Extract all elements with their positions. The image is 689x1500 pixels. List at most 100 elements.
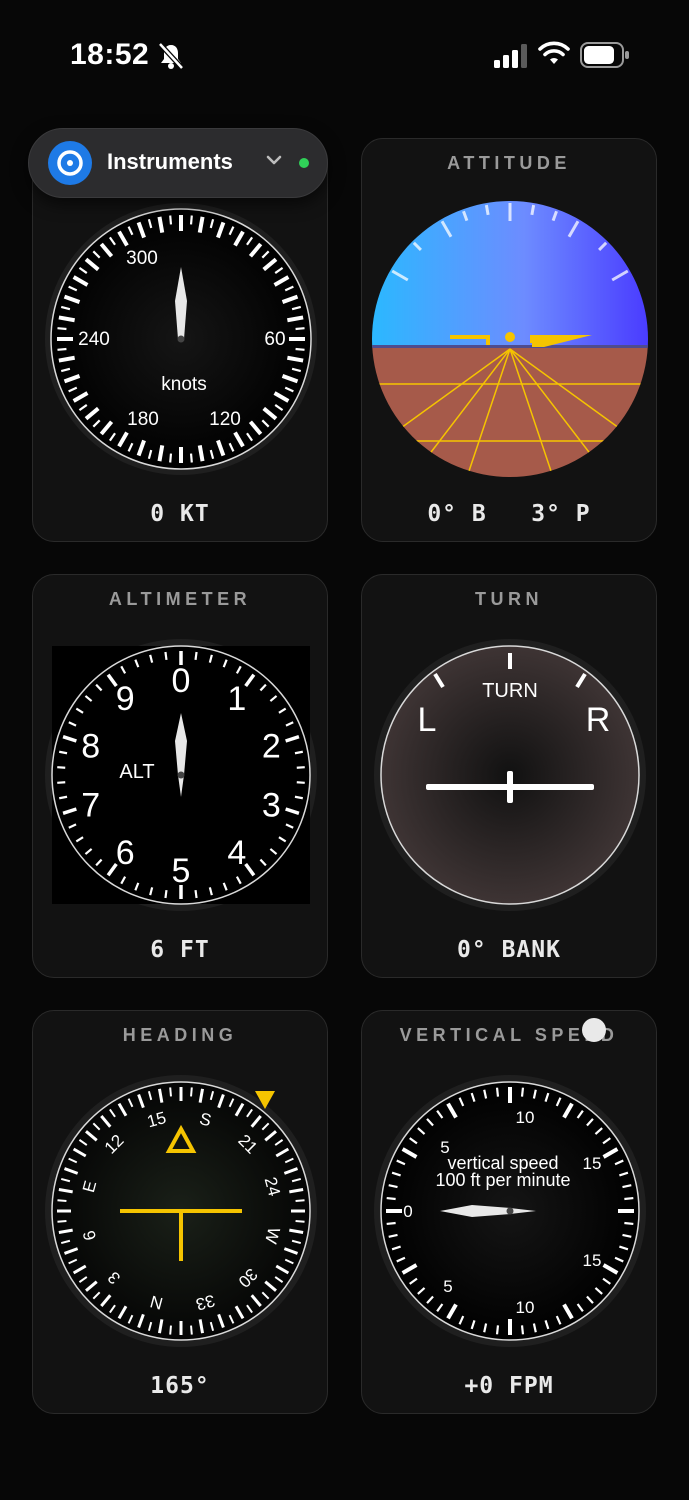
vs-label-5-down: 5 [443, 1277, 452, 1296]
dial-tick [295, 1220, 305, 1223]
airspeed-label-180: 180 [127, 409, 159, 430]
airspeed-label-240: 240 [78, 329, 110, 350]
altimeter-digit: 5 [172, 852, 191, 890]
bank-tick [484, 204, 490, 216]
turn-title: TURN [475, 589, 543, 609]
altimeter-card[interactable]: ALTIMETER 012 34567 89 ALT 6 FT [32, 574, 328, 978]
altimeter-digit: 8 [81, 728, 100, 766]
dial-tick [157, 445, 165, 462]
dial-tick [295, 327, 305, 331]
altimeter-digit: 6 [116, 834, 135, 872]
app-name: Instruments [107, 149, 233, 174]
dial-tick [189, 453, 193, 463]
attitude-card[interactable]: ATTITUDE 0° B 3° P [361, 138, 657, 542]
vs-label-10-up: 10 [516, 1108, 535, 1127]
vs-label-15-up: 15 [583, 1154, 602, 1173]
turn-label: TURN [482, 680, 538, 702]
dial-tick [57, 1220, 67, 1223]
dial-tick [164, 651, 168, 661]
dial-tick [296, 766, 305, 769]
attitude-center-dot [505, 332, 515, 342]
altimeter-title: ALTIMETER [108, 589, 252, 609]
altimeter-readout: 6 FT [150, 937, 210, 963]
app-switcher-pill[interactable]: Instruments [28, 128, 328, 198]
turn-left-label: L [418, 701, 437, 739]
dial-tick [520, 1325, 525, 1335]
altimeter-digit: 4 [227, 834, 246, 872]
dial-tick [57, 781, 66, 784]
dial-tick [57, 1199, 67, 1202]
airspeed-card[interactable]: 300 60 120 180 240 knots 0 KT [32, 138, 328, 542]
status-indicator-dot [299, 158, 309, 168]
dial-tick [190, 1325, 193, 1335]
dial-tick [624, 1196, 634, 1201]
altimeter-digit: 2 [262, 728, 281, 766]
dial-tick [197, 445, 205, 462]
vs-label-15-down: 15 [583, 1251, 602, 1270]
dial-tick [57, 766, 66, 769]
airspeed-label-120: 120 [209, 409, 241, 430]
dial-tick [194, 889, 198, 899]
wifi-icon [538, 41, 570, 64]
altimeter-digit: 9 [116, 680, 135, 718]
airspeed-label-300: 300 [126, 248, 158, 269]
dial-tick [294, 795, 304, 800]
dial-tick [194, 651, 198, 661]
dial-tick [295, 347, 305, 351]
heading-indicator: N36E1215 S2124W3033 [45, 1075, 317, 1347]
dial-tick [164, 889, 168, 899]
heading-card[interactable]: HEADING N 3 6 E 12 15 S 21 24 W 30 33 165° [32, 1010, 328, 1414]
dial-tick [386, 1196, 396, 1201]
dial-tick [287, 315, 304, 323]
dial-tick [386, 1221, 396, 1226]
dial-tick [296, 781, 305, 784]
vertical-speed-indicator: 0 5 10 15 15 10 5 vertical speed 100 ft … [374, 1075, 646, 1347]
turn-right-label: R [586, 701, 611, 739]
turn-readout: 0° BANK [457, 937, 561, 963]
dial-tick [189, 215, 193, 225]
dial-tick [58, 355, 75, 363]
dial-tick [58, 315, 75, 323]
bank-tick [530, 204, 536, 216]
airspeed-readout: 0 KT [150, 501, 210, 527]
turn-card[interactable]: TURN TURN L R 0° BANK [361, 574, 657, 978]
dial-tick [197, 216, 205, 233]
dial-tick [169, 215, 173, 225]
status-time: 18:52 [70, 38, 150, 71]
vs-label-10-down: 10 [516, 1298, 535, 1317]
dial-tick [169, 1087, 172, 1097]
dial-tick [57, 327, 67, 331]
dial-tick [190, 1087, 193, 1097]
vertical-speed-card[interactable]: VERTICAL SPEED 0 5 10 15 15 10 5 vertica… [361, 1010, 657, 1414]
airspeed-unit: knots [161, 374, 206, 395]
altimeter-digit: 7 [81, 786, 100, 824]
heading-readout: 165° [150, 1373, 210, 1399]
vertical-speed-readout: +0 FPM [464, 1373, 554, 1399]
vs-caption-line2: 100 ft per minute [435, 1170, 570, 1190]
dial-tick [294, 750, 304, 755]
dial-tick [169, 1325, 172, 1335]
dial-tick [287, 355, 304, 363]
dial-tick [157, 216, 165, 233]
turn-indicator: TURN L R [374, 639, 646, 911]
dial-tick [58, 795, 68, 800]
bell-slash-icon [158, 42, 184, 70]
altimeter-digit: 0 [172, 662, 191, 700]
compass-icon [48, 141, 92, 185]
vs-label-0: 0 [403, 1202, 412, 1221]
battery-icon [580, 42, 629, 68]
dial-tick [57, 347, 67, 351]
dial-tick [495, 1087, 500, 1097]
chevron-down-icon [266, 155, 282, 165]
cellular-signal-icon [494, 44, 527, 68]
dial-tick [520, 1087, 525, 1097]
altimeter-label: ALT [119, 761, 154, 783]
attitude-title: ATTITUDE [447, 153, 571, 173]
airspeed-label-60: 60 [264, 329, 285, 350]
vertical-speed-title: VERTICAL SPEED [399, 1025, 619, 1045]
floating-touch-indicator[interactable] [582, 1018, 606, 1042]
status-bar: 18:52 [0, 0, 689, 110]
dial-tick [295, 1199, 305, 1202]
heading-title: HEADING [122, 1025, 238, 1045]
altimeter-indicator: 0 12 34567 89 ALT [45, 639, 317, 911]
